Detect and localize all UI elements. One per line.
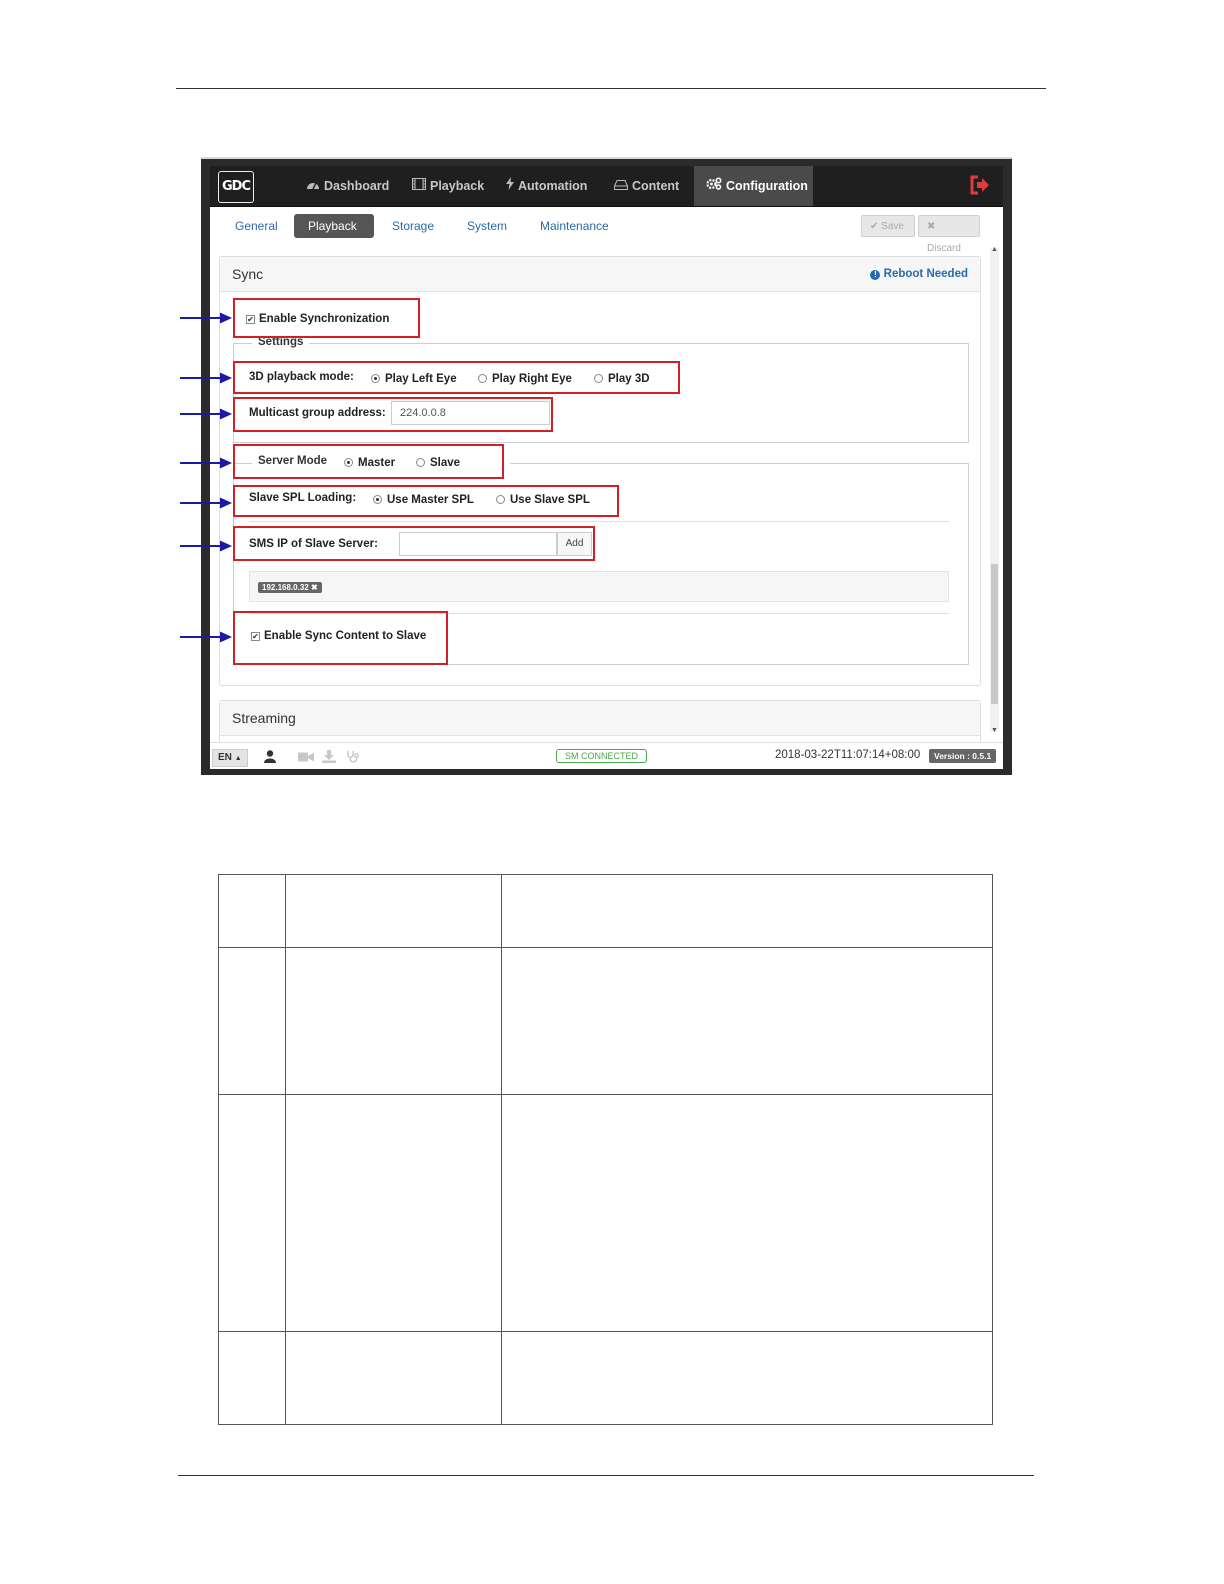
reboot-notice-label: Reboot Needed [883, 268, 968, 280]
table-row-divider [219, 1331, 992, 1332]
nav-playback-label: Playback [430, 179, 485, 193]
callout-playback-mode [233, 361, 680, 394]
pointer-arrow-icon [180, 631, 232, 643]
pointer-arrow-icon [180, 497, 232, 509]
nav-automation-label: Automation [518, 179, 588, 193]
callout-slave-spl [233, 485, 619, 517]
table-row-divider [219, 1094, 992, 1095]
discard-button[interactable]: ✖ Discard [918, 215, 980, 254]
description-table [218, 874, 993, 1425]
status-bar: EN ▲ SM CONNECTED 2018-03-22T11:07:14+08… [210, 742, 1003, 769]
nav-configuration-label: Configuration [726, 179, 808, 193]
scroll-down-icon[interactable]: ▼ [990, 727, 999, 734]
slave-ip-tag-label: 192.168.0.32 [262, 583, 309, 592]
info-icon: ! [870, 270, 881, 280]
slave-ip-list: 192.168.0.32 ✖ [249, 571, 949, 602]
language-selector[interactable]: EN ▲ [212, 749, 248, 767]
user-icon[interactable] [264, 750, 276, 763]
sync-title: Sync [232, 266, 264, 282]
streaming-panel-header[interactable]: Streaming [220, 701, 980, 736]
scroll-thumb[interactable] [991, 564, 998, 704]
pointer-arrow-icon [180, 457, 232, 469]
callout-server-mode [233, 444, 504, 479]
connection-badge: SM CONNECTED [556, 749, 648, 763]
page-bottom-rule [178, 1475, 1034, 1476]
top-navbar: GDC Dashboard Playback Automation Conten… [210, 166, 1003, 207]
scroll-up-icon[interactable]: ▲ [990, 246, 999, 253]
pointer-arrow-icon [180, 372, 232, 384]
save-button[interactable]: ✔ Save [861, 215, 915, 237]
gdc-logo: GDC [218, 171, 254, 203]
drive-icon [614, 166, 628, 206]
caret-up-icon: ▲ [234, 755, 242, 762]
subtab-maintenance[interactable]: Maintenance [526, 214, 623, 238]
video-camera-icon[interactable] [298, 752, 314, 762]
film-icon [412, 166, 426, 206]
nav-content-label: Content [632, 179, 680, 193]
stethoscope-icon[interactable] [346, 750, 360, 763]
nav-content[interactable]: Content [602, 166, 691, 206]
bolt-icon [506, 166, 514, 206]
table-column-divider [501, 875, 502, 1424]
subtab-system[interactable]: System [453, 214, 521, 238]
nav-configuration[interactable]: Configuration [694, 166, 813, 206]
save-label: Save [881, 221, 904, 232]
callout-sms-ip [233, 526, 595, 561]
timestamp: 2018-03-22T11:07:14+08:00 [775, 749, 921, 761]
callout-multicast [233, 397, 553, 432]
logout-icon[interactable] [969, 174, 991, 196]
callout-sync-content [233, 611, 448, 665]
nav-dashboard-label: Dashboard [324, 179, 390, 193]
streaming-panel: Streaming [219, 700, 981, 742]
page-top-rule [176, 88, 1046, 89]
pointer-arrow-icon [180, 540, 232, 552]
download-icon[interactable] [322, 750, 336, 763]
pointer-arrow-icon [180, 312, 232, 324]
gears-icon [706, 166, 722, 206]
divider [249, 521, 949, 522]
callout-enable-sync [233, 298, 420, 338]
nav-automation[interactable]: Automation [494, 166, 599, 206]
check-icon: ✔ [870, 221, 879, 232]
reboot-notice: ! Reboot Needed [870, 257, 968, 291]
nav-dashboard[interactable]: Dashboard [294, 166, 401, 206]
subtab-general[interactable]: General [221, 214, 292, 238]
close-icon: ✖ [927, 221, 936, 232]
nav-playback[interactable]: Playback [400, 166, 496, 206]
config-subnav: General Playback Storage System Maintena… [210, 208, 1003, 254]
table-column-divider [285, 875, 286, 1424]
streaming-title: Streaming [232, 710, 296, 726]
remove-tag-icon[interactable]: ✖ [311, 583, 318, 592]
subtab-playback[interactable]: Playback [294, 214, 374, 238]
slave-ip-tag: 192.168.0.32 ✖ [258, 582, 322, 593]
table-row-divider [219, 947, 992, 948]
subtab-storage[interactable]: Storage [378, 214, 448, 238]
vertical-scrollbar[interactable]: ▲ ▼ [990, 246, 999, 734]
sync-panel-header: Sync ! Reboot Needed [220, 257, 980, 292]
language-label: EN [218, 752, 232, 763]
dashboard-icon [306, 166, 320, 206]
pointer-arrow-icon [180, 408, 232, 420]
version-badge: Version : 0.5.1 [929, 749, 997, 763]
